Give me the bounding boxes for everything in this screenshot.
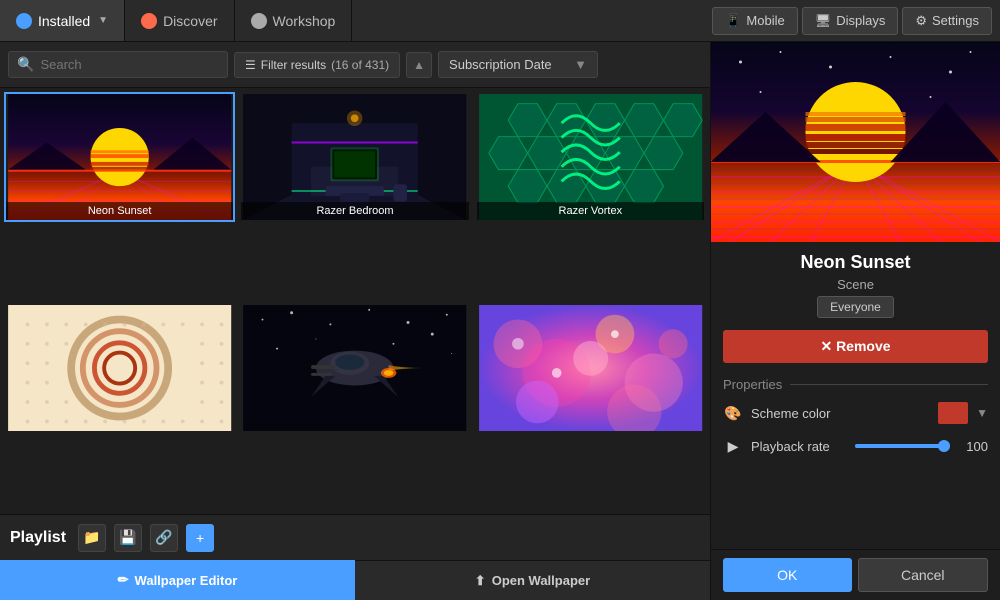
playlist-label: Playlist	[10, 529, 66, 547]
color-dropdown-arrow[interactable]: ▼	[976, 406, 988, 420]
playlist-bar: Playlist 📁 💾 🔗 +	[0, 514, 710, 560]
upload-icon: ⬆	[475, 573, 486, 589]
scheme-color-label: Scheme color	[751, 406, 930, 421]
playlist-share-button[interactable]: 🔗	[150, 524, 178, 552]
tab-installed[interactable]: Installed ▼	[0, 0, 125, 41]
playlist-add-button[interactable]: +	[186, 524, 214, 552]
tab-discover-label: Discover	[163, 13, 217, 29]
properties-divider	[790, 384, 988, 385]
tab-mobile-label: Mobile	[746, 13, 784, 28]
playback-label: Playback rate	[751, 439, 847, 454]
editor-icon: ✏	[118, 572, 129, 588]
wallpaper-label-razer-vortex: Razer Vortex	[477, 202, 704, 220]
tab-discover[interactable]: Discover	[125, 0, 234, 41]
tab-settings[interactable]: ⚙ Settings	[902, 7, 992, 35]
wallpaper-label-razer-bedroom: Razer Bedroom	[241, 202, 468, 220]
tab-displays-label: Displays	[836, 13, 885, 28]
tab-installed-label: Installed	[38, 13, 90, 29]
left-panel: 🔍 ☰ Filter results (16 of 431) ▲ Subscri…	[0, 42, 710, 600]
remove-button[interactable]: ✕ Remove	[723, 330, 988, 363]
installed-dropdown-arrow[interactable]: ▼	[98, 15, 108, 26]
everyone-badge: Everyone	[817, 296, 894, 318]
displays-icon: 🖥	[815, 13, 832, 29]
tab-mobile[interactable]: 📱 Mobile	[712, 7, 797, 35]
editor-label: Wallpaper Editor	[135, 573, 238, 588]
open-wallpaper-button[interactable]: ⬆ Open Wallpaper	[355, 560, 710, 600]
remove-label: ✕ Remove	[820, 338, 890, 355]
playback-slider[interactable]	[855, 444, 951, 448]
filter-label: Filter results	[261, 58, 326, 72]
wallpaper-label-neon-sunset: Neon Sunset	[6, 202, 233, 220]
wallpaper-editor-button[interactable]: ✏ Wallpaper Editor	[0, 560, 355, 600]
tab-displays[interactable]: 🖥 Displays	[802, 7, 899, 35]
filter-list-icon: ☰	[245, 58, 256, 72]
tab-workshop-label: Workshop	[273, 13, 336, 29]
wallpaper-item-razer-bedroom[interactable]: Razer Bedroom	[239, 92, 470, 222]
tab-workshop[interactable]: Workshop	[235, 0, 353, 41]
wallpaper-item-abstract1[interactable]	[4, 303, 235, 433]
detail-type: Scene	[711, 277, 1000, 296]
playback-handle[interactable]	[938, 440, 950, 452]
scheme-color-row: 🎨 Scheme color ▼	[723, 402, 988, 424]
wallpaper-item-razer-vortex[interactable]: Razer Vortex	[475, 92, 706, 222]
properties-section: Properties 🎨 Scheme color ▼ ▶ Playback r…	[711, 371, 1000, 549]
discover-icon	[141, 13, 157, 29]
bottom-bar: ✏ Wallpaper Editor ⬆ Open Wallpaper	[0, 560, 710, 600]
color-palette-icon: 🎨	[723, 403, 743, 423]
filter-button[interactable]: ☰ Filter results (16 of 431)	[234, 52, 400, 78]
filter-count: (16 of 431)	[331, 58, 389, 72]
playlist-folder-button[interactable]: 📁	[78, 524, 106, 552]
right-panel: Neon Sunset Scene Everyone ✕ Remove Prop…	[710, 42, 1000, 600]
search-input[interactable]	[40, 57, 219, 72]
search-box[interactable]: 🔍	[8, 51, 228, 78]
ok-button[interactable]: OK	[723, 558, 852, 592]
play-icon: ▶	[723, 436, 743, 456]
settings-icon: ⚙	[915, 13, 927, 29]
sort-arrow-icon: ▼	[574, 57, 587, 72]
wallpaper-item-neon-sunset[interactable]: Neon Sunset	[4, 92, 235, 222]
workshop-icon	[251, 13, 267, 29]
top-navigation: Installed ▼ Discover Workshop 📱 Mobile 🖥…	[0, 0, 1000, 42]
filter-bar: 🔍 ☰ Filter results (16 of 431) ▲ Subscri…	[0, 42, 710, 88]
playlist-save-button[interactable]: 💾	[114, 524, 142, 552]
sort-label: Subscription Date	[449, 57, 552, 72]
action-buttons: OK Cancel	[711, 549, 1000, 600]
wallpaper-item-spaceship[interactable]	[239, 303, 470, 433]
sort-direction-button[interactable]: ▲	[406, 52, 432, 78]
wallpaper-grid: Neon Sunset	[0, 88, 710, 514]
playback-value: 100	[958, 439, 988, 454]
sort-select[interactable]: Subscription Date ▼	[438, 51, 598, 78]
playback-fill	[855, 444, 951, 448]
search-icon: 🔍	[17, 56, 34, 73]
properties-label: Properties	[723, 377, 782, 392]
detail-title: Neon Sunset	[711, 242, 1000, 277]
open-label: Open Wallpaper	[492, 573, 590, 588]
wallpaper-item-bokeh[interactable]	[475, 303, 706, 433]
main-area: 🔍 ☰ Filter results (16 of 431) ▲ Subscri…	[0, 42, 1000, 600]
wallpaper-preview	[711, 42, 1000, 242]
tab-settings-label: Settings	[932, 13, 979, 28]
color-swatch[interactable]	[938, 402, 968, 424]
cancel-button[interactable]: Cancel	[858, 558, 989, 592]
installed-icon	[16, 13, 32, 29]
playback-rate-row: ▶ Playback rate 100	[723, 436, 988, 456]
mobile-icon: 📱	[725, 13, 741, 29]
